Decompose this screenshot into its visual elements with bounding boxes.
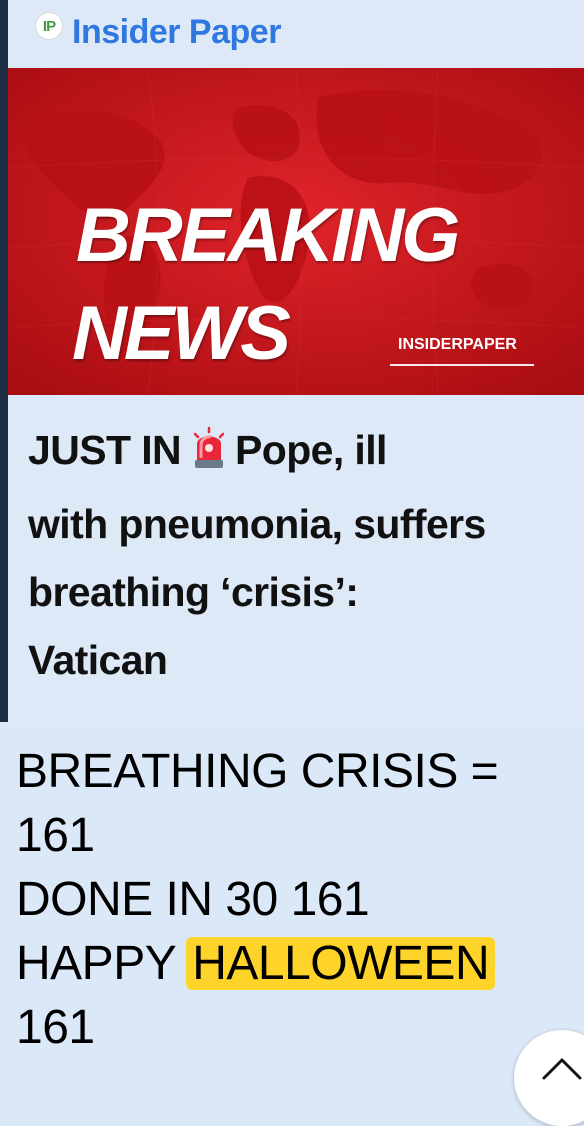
headline-prefix: JUST IN — [28, 427, 182, 473]
headline-line-1-rest: Pope, ill — [235, 427, 387, 473]
banner-brand-underline — [390, 364, 534, 366]
article-headline[interactable]: JUST IN Pope, ill with pneumonia, suffer… — [28, 416, 578, 694]
breaking-news-image[interactable]: BREAKING NEWS INSIDERPAPER — [8, 68, 584, 395]
headline-line-3: breathing ‘crisis’: — [28, 569, 359, 615]
comment-line-4-prefix: HAPPY — [16, 937, 176, 990]
headline-line-1: JUST IN Pope, ill — [28, 416, 578, 490]
chevron-up-icon — [542, 1058, 582, 1080]
source-header: IP Insider Paper — [36, 10, 281, 54]
banner-brand-text: INSIDERPAPER — [398, 336, 517, 353]
comment-line-4: HAPPY HALLOWEEN — [16, 932, 576, 996]
comment-line-3: DONE IN 30 161 — [16, 873, 370, 926]
source-logo: IP — [36, 13, 62, 39]
headline-line-2: with pneumonia, suffers — [28, 501, 486, 547]
highlighted-word: HALLOWEEN — [186, 937, 496, 990]
comment-line-2: 161 — [16, 809, 95, 862]
comment-line-1: BREATHING CRISIS = — [16, 745, 499, 798]
source-name: Insider Paper — [72, 12, 281, 51]
comment-text: BREATHING CRISIS = 161 DONE IN 30 161 HA… — [16, 740, 576, 1060]
comment-line-5: 161 — [16, 1001, 95, 1054]
police-siren-icon — [189, 422, 229, 490]
banner-breaking-text: BREAKING — [76, 193, 460, 278]
banner-news-text: NEWS — [72, 291, 291, 376]
headline-line-4: Vatican — [28, 637, 168, 683]
